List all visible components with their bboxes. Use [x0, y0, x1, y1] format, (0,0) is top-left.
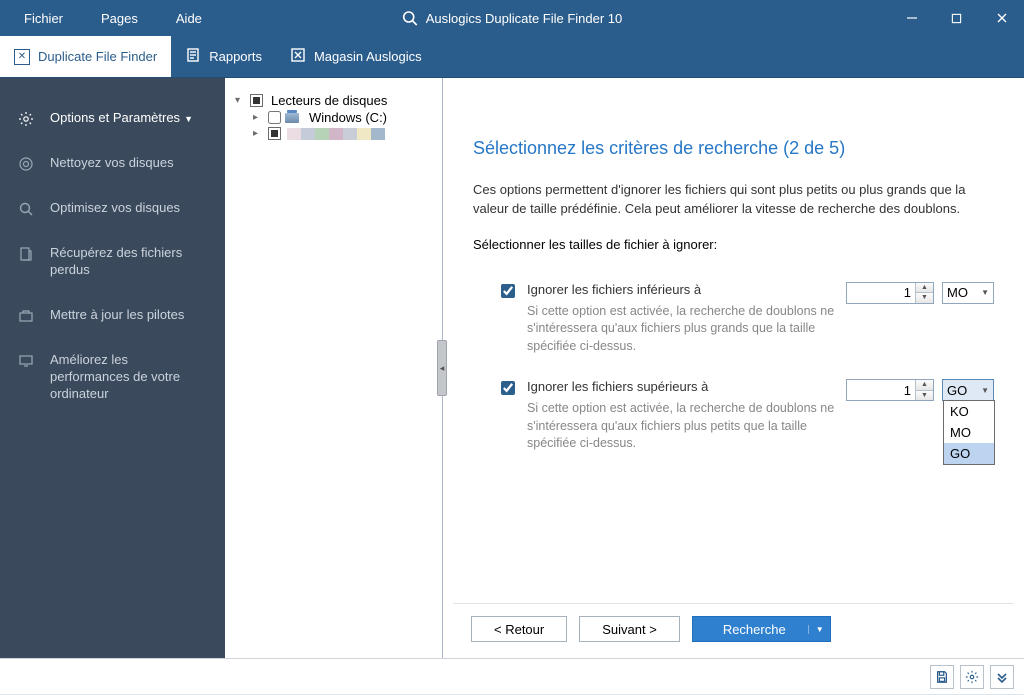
larger-spin-down[interactable]: ▼ — [916, 391, 933, 401]
search-button-split[interactable]: ▼ — [808, 625, 824, 634]
unit-option-ko[interactable]: KO — [944, 401, 994, 422]
ignore-larger-unit-value: GO — [947, 383, 967, 398]
ignore-larger-label: Ignorer les fichiers supérieurs à — [527, 379, 838, 394]
back-button[interactable]: < Retour — [471, 616, 567, 642]
ignore-smaller-unit-select[interactable]: MO ▼ — [942, 282, 994, 304]
ignore-larger-unit-select[interactable]: GO ▼ KO MO GO — [942, 379, 994, 401]
tab-reports-label: Rapports — [209, 49, 262, 64]
intro-text: Ces options permettent d'ignorer les fic… — [473, 181, 994, 219]
ignore-larger-desc: Si cette option est activée, la recherch… — [527, 400, 838, 453]
maximize-button[interactable] — [934, 0, 979, 36]
sidebar-improve-label: Améliorez les performances de votre ordi… — [50, 352, 207, 403]
tree-expander-root[interactable]: ▾ — [235, 95, 246, 106]
status-save-button[interactable] — [930, 665, 954, 689]
next-button[interactable]: Suivant > — [579, 616, 680, 642]
tab-duplicate-finder[interactable]: ✕ Duplicate File Finder — [0, 36, 171, 77]
tab-duplicate-finder-label: Duplicate File Finder — [38, 49, 157, 64]
search-button-label: Recherche — [723, 622, 786, 637]
page-title: Sélectionnez les critères de recherche (… — [473, 138, 994, 159]
tree-check-root[interactable] — [250, 94, 263, 107]
unit-dropdown: KO MO GO — [943, 400, 995, 465]
update-icon — [18, 308, 34, 324]
tree-check-windows[interactable] — [268, 111, 281, 124]
unit-option-mo[interactable]: MO — [944, 422, 994, 443]
ignore-larger-value[interactable] — [847, 380, 915, 400]
magnifier-icon — [18, 201, 34, 217]
app-title: Auslogics Duplicate File Finder 10 — [426, 11, 623, 26]
tree-expander-windows[interactable]: ▸ — [253, 112, 264, 123]
store-icon — [290, 47, 306, 66]
smaller-spin-up[interactable]: ▲ — [916, 283, 933, 294]
tree-root-label: Lecteurs de disques — [271, 93, 387, 108]
ignore-smaller-unit-value: MO — [947, 285, 968, 300]
gear-icon — [18, 111, 34, 127]
sidebar-options-label: Options et Paramètres — [50, 110, 180, 125]
tab-store-label: Magasin Auslogics — [314, 49, 422, 64]
sidebar-update-label: Mettre à jour les pilotes — [50, 307, 184, 324]
ignore-smaller-checkbox[interactable] — [501, 284, 515, 298]
status-settings-button[interactable] — [960, 665, 984, 689]
sidebar-optimize-disks[interactable]: Optimisez vos disques — [0, 186, 225, 231]
sidebar-improve-perf[interactable]: Améliorez les performances de votre ordi… — [0, 338, 225, 417]
sub-heading: Sélectionner les tailles de fichier à ig… — [473, 237, 994, 252]
sidebar-clean-disks[interactable]: Nettoyez vos disques — [0, 141, 225, 186]
status-more-button[interactable] — [990, 665, 1014, 689]
minimize-button[interactable] — [889, 0, 934, 36]
search-button[interactable]: Recherche ▼ — [692, 616, 831, 642]
drive-tree-panel: ▾ Lecteurs de disques ▸ Windows (C:) ▸ ◂ — [225, 78, 443, 658]
menu-help[interactable]: Aide — [176, 11, 202, 26]
chevron-down-icon: ▼ — [981, 386, 989, 395]
monitor-icon — [18, 353, 34, 369]
duplicate-finder-icon: ✕ — [14, 49, 30, 65]
chevron-down-icon: ▼ — [184, 114, 193, 124]
menu-pages[interactable]: Pages — [101, 11, 138, 26]
ignore-larger-checkbox[interactable] — [501, 381, 515, 395]
sidebar-recover-files[interactable]: Récupérez des fichiers perdus — [0, 231, 225, 293]
file-recover-icon — [18, 246, 34, 262]
sidebar-options[interactable]: Options et Paramètres ▼ — [0, 96, 225, 141]
search-magnifier-icon — [402, 10, 418, 26]
tab-reports[interactable]: Rapports — [171, 36, 276, 77]
larger-spin-up[interactable]: ▲ — [916, 380, 933, 391]
tree-expander-hidden[interactable]: ▸ — [253, 128, 264, 139]
blurred-drive-label — [287, 128, 385, 140]
sidebar-update-drivers[interactable]: Mettre à jour les pilotes — [0, 293, 225, 338]
sidebar: Options et Paramètres ▼ Nettoyez vos disq… — [0, 78, 225, 658]
reports-icon — [185, 47, 201, 66]
menu-file[interactable]: Fichier — [24, 11, 63, 26]
tab-store[interactable]: Magasin Auslogics — [276, 36, 436, 77]
unit-option-go[interactable]: GO — [944, 443, 994, 464]
target-icon — [18, 156, 34, 172]
tree-windows-label: Windows (C:) — [309, 110, 387, 125]
smaller-spin-down[interactable]: ▼ — [916, 293, 933, 303]
tree-check-hidden[interactable] — [268, 127, 281, 140]
sidebar-clean-label: Nettoyez vos disques — [50, 155, 174, 172]
ignore-smaller-label: Ignorer les fichiers inférieurs à — [527, 282, 838, 297]
chevron-down-icon: ▼ — [981, 288, 989, 297]
app-title-container: Auslogics Duplicate File Finder 10 — [402, 10, 623, 26]
close-button[interactable] — [979, 0, 1024, 36]
drive-icon — [285, 113, 299, 123]
sidebar-optimize-label: Optimisez vos disques — [50, 200, 180, 217]
sidebar-recover-label: Récupérez des fichiers perdus — [50, 245, 207, 279]
ignore-smaller-desc: Si cette option est activée, la recherch… — [527, 303, 838, 356]
ignore-smaller-value[interactable] — [847, 283, 915, 303]
